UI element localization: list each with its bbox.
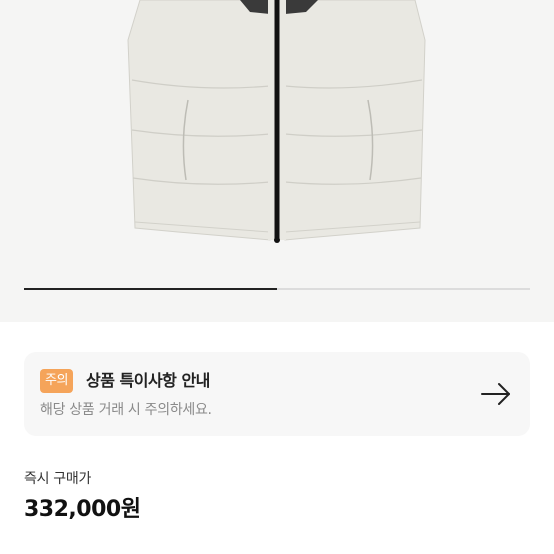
product-image[interactable] [0,0,554,322]
notice-title: 상품 특이사항 안내 [86,371,210,390]
buy-now-label: 즉시 구매가 [24,471,92,487]
vest-illustration [127,0,426,243]
notice-card[interactable]: 주의 상품 특이사항 안내 해당 상품 거래 시 주의하세요. [24,352,530,436]
caution-badge: 주의 [40,369,73,393]
notice-description: 해당 상품 거래 시 주의하세요. [40,402,212,418]
arrow-right-icon[interactable] [478,376,514,412]
carousel-progress-bar [24,288,277,290]
buy-now-price: 332,000원 [24,497,141,522]
carousel-indicator [24,288,530,290]
